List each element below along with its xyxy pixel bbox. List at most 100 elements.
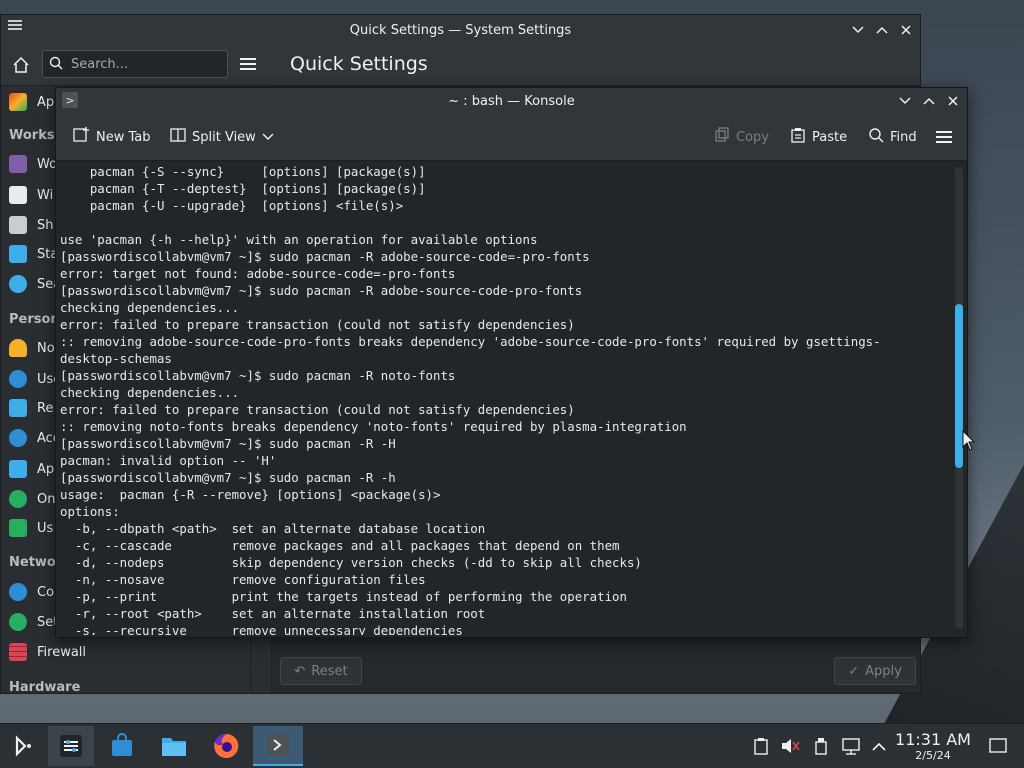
discover-store-icon[interactable] [101,726,143,766]
sidebar-item-users[interactable]: Use [9,368,61,390]
settings-titlebar[interactable]: Quick Settings — System Settings [1,15,920,45]
firewall-icon [9,643,27,661]
terminal-line: -n, --nosave remove configuration files [60,572,426,587]
konsole-window-title: ~ : bash — Konsole [448,93,575,109]
terminal-line: error: failed to prepare transaction (co… [60,317,575,332]
terminal-line: desktop-schemas [60,351,172,366]
sidebar-item-window-management[interactable]: Wi [9,184,53,206]
device-notifier-icon[interactable] [811,736,831,756]
terminal-output[interactable]: pacman {-S --sync} [options] [package(s)… [60,161,953,635]
settings-header: Quick Settings [1,45,920,86]
hamburger-menu-icon[interactable] [239,56,259,74]
sidebar-item-workspace-behavior[interactable]: Wo [9,153,57,175]
globe-icon [9,583,27,601]
new-tab-button[interactable]: New Tab [72,126,151,148]
sidebar-item-online-accounts[interactable]: On [9,488,55,510]
search-icon [868,127,884,147]
network-icon[interactable] [841,736,861,756]
terminal-line: error: failed to prepare transaction (co… [60,402,575,417]
paste-button[interactable]: Paste [790,126,847,148]
show-desktop-icon[interactable] [988,736,1008,756]
clipboard-icon[interactable] [751,736,771,756]
terminal-line: [passwordiscollabvm@vm7 ~]$ sudo pacman … [60,436,396,451]
sidebar-item-accessibility[interactable]: Acc [9,427,60,449]
konsole-toolbar: New Tab Split View Copy Paste Find [56,114,967,161]
apply-button[interactable]: ✓ Apply [834,657,916,685]
terminal-line: -r, --root <path> set an alternate insta… [60,606,486,621]
minimize-icon[interactable] [897,93,913,109]
terminal-line: -d, --nodeps skip dependency version che… [60,555,642,570]
chevron-up-icon[interactable] [869,736,889,756]
sidebar-item-notifications[interactable]: No [9,337,55,359]
sidebar-item-appearance[interactable]: Ap [9,91,54,113]
settings-app-icon [7,19,23,31]
sidebar-section-network: Netwo [9,555,56,570]
sidebar-item-search[interactable]: Sea [9,273,61,295]
close-icon[interactable] [898,22,914,38]
home-icon[interactable] [11,55,31,75]
globe-icon [9,613,27,631]
terminal-line: checking dependencies... [60,300,240,315]
mouse-cursor-icon [962,429,976,452]
app-launcher-button[interactable] [2,726,44,766]
taskbar: 11:31 AM 2/5/24 [0,723,1024,768]
sidebar-item-regional[interactable]: Re [9,397,53,419]
keyboard-icon [9,216,27,234]
sidebar-item-startup[interactable]: Sta [9,243,58,265]
konsole-titlebar[interactable]: > ~ : bash — Konsole [56,88,967,114]
terminal-icon: > [62,92,78,108]
terminal-line: usage: pacman {-R --remove} [options] <p… [60,487,441,502]
find-button[interactable]: Find [868,126,917,148]
taskbar-system-settings[interactable] [48,726,94,766]
page-title: Quick Settings [290,53,428,75]
minimize-icon[interactable] [850,22,866,38]
terminal-line: :: removing adobe-source-code-pro-fonts … [60,334,881,349]
clock[interactable]: 11:31 AM 2/5/24 [895,730,971,762]
terminal-scrollbar[interactable] [955,167,963,629]
workspace-behavior-icon [9,155,27,173]
firefox-icon[interactable] [205,726,247,766]
clock-date: 2/5/24 [915,749,951,762]
terminal-line: -s, --recursive remove unnecessary depen… [60,623,463,635]
search-input[interactable] [69,55,213,73]
sidebar-item-network-settings[interactable]: Set [9,611,58,633]
search-icon [49,55,63,74]
clock-time: 11:31 AM [895,730,971,749]
copy-button[interactable]: Copy [714,126,769,148]
bell-icon [9,339,27,357]
terminal-line: [passwordiscollabvm@vm7 ~]$ sudo pacman … [60,249,590,264]
terminal-line: [passwordiscollabvm@vm7 ~]$ sudo pacman … [60,283,583,298]
terminal-line: error: target not found: adobe-source-co… [60,266,456,281]
startup-icon [9,245,27,263]
users-icon [9,370,27,388]
maximize-icon[interactable] [874,22,890,38]
volume-muted-icon[interactable] [780,736,800,756]
new-tab-icon [72,126,90,148]
sidebar-item-applications[interactable]: Ap [9,458,54,480]
taskbar-konsole[interactable] [253,726,303,766]
apps-grid-icon [9,460,27,478]
close-icon[interactable] [945,93,961,109]
hamburger-menu-icon[interactable] [935,126,953,148]
reset-button[interactable]: ↶ Reset [280,657,362,685]
paste-icon [790,127,806,147]
konsole-window: > ~ : bash — Konsole New Tab Split View [55,87,968,638]
feedback-icon [9,519,27,537]
sidebar-item-user-feedback[interactable]: Us [9,517,53,539]
terminal-line: pacman {-T --deptest} [options] [package… [60,181,426,196]
search-icon [9,275,27,293]
sidebar-item-shortcuts[interactable]: Sh [9,214,54,236]
search-box[interactable] [42,50,228,78]
sidebar-section-hardware: Hardware [9,680,81,695]
window-management-icon [9,186,27,204]
split-view-button[interactable]: Split View [170,126,274,148]
settings-window-title: Quick Settings — System Settings [349,22,572,38]
sidebar-item-connections[interactable]: Co [9,581,54,603]
terminal-line: pacman: invalid option -- 'H' [60,453,277,468]
terminal-line: [passwordiscollabvm@vm7 ~]$ sudo pacman … [60,470,396,485]
file-manager-icon[interactable] [153,726,195,766]
maximize-icon[interactable] [921,93,937,109]
chevron-down-icon [262,130,274,145]
checkmark-icon: ✓ [848,663,860,679]
sidebar-item-firewall[interactable]: Firewall [9,641,86,663]
